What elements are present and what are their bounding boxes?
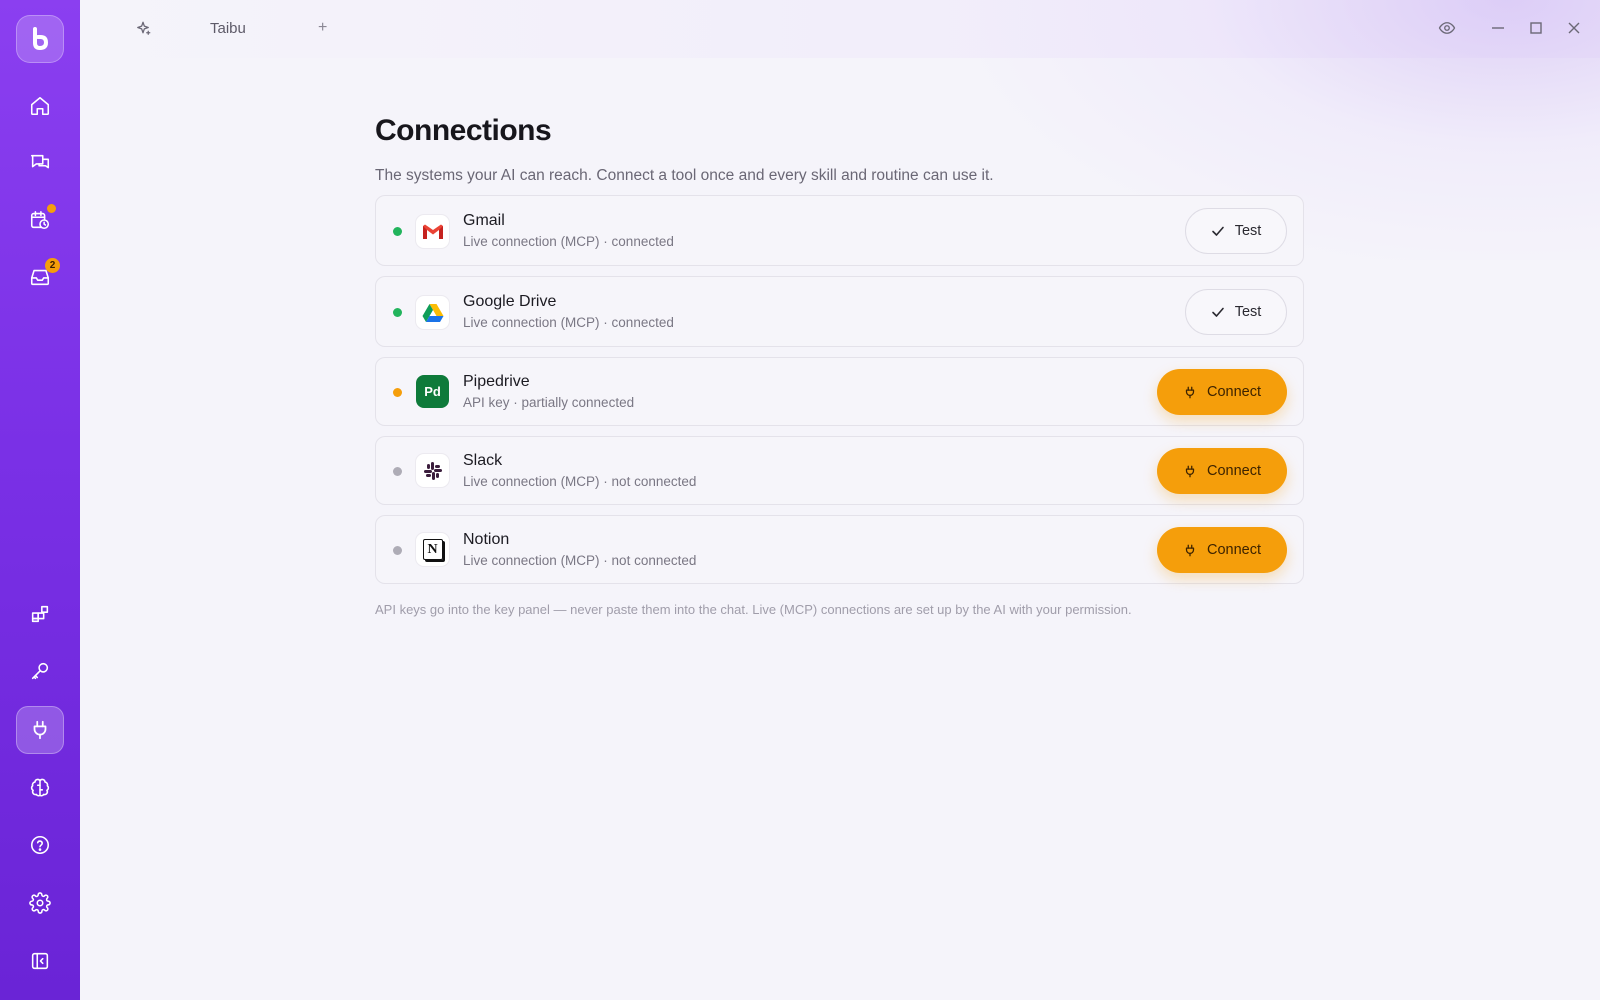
notion-icon-text: N [427,541,438,557]
minimize-icon [1492,27,1504,29]
sidebar-item-routines[interactable] [16,196,64,244]
sidebar-item-settings[interactable] [16,879,64,927]
new-tab-button[interactable]: + [318,19,327,37]
maximize-icon [1530,22,1542,34]
connect-button[interactable]: Connect [1157,369,1287,415]
gear-icon [29,892,51,914]
connection-name: Gmail [463,212,505,229]
close-icon [1568,22,1580,34]
app-logo[interactable] [16,15,64,63]
collapse-sidebar-icon [31,952,49,970]
chat-bubbles-icon [30,154,50,169]
connection-card-google-drive: Google Drive Live connection (MCP) · con… [375,276,1304,347]
connection-status: Live connection (MCP) · not connected [463,553,697,568]
google-drive-icon [416,296,449,329]
connection-status: Live connection (MCP) · connected [463,234,674,249]
title-bar [80,0,1600,58]
connection-name: Google Drive [463,293,557,310]
logo-icon [33,27,48,50]
notion-icon: N [416,533,449,566]
connection-status: API key · partially connected [463,395,635,410]
help-circle-icon [30,835,50,855]
tab-title[interactable]: Taibu [210,20,246,37]
connect-button[interactable]: Connect [1157,448,1287,494]
inbox-count-badge: 2 [45,258,60,273]
pipedrive-icon-text: Pd [424,384,441,399]
plug-icon [1185,386,1195,398]
sidebar-item-collapse[interactable] [16,937,64,985]
sidebar-item-memory[interactable] [16,764,64,812]
connection-card-slack: Slack Live connection (MCP) · not connec… [375,436,1304,505]
status-dot [393,546,402,555]
sidebar-item-connections[interactable] [16,706,64,754]
sidebar-item-keys[interactable] [16,647,64,695]
connection-card-pipedrive: Pd Pipedrive API key · partially connect… [375,357,1304,426]
connect-button-label: Connect [1206,463,1261,479]
connect-button-label: Connect [1206,384,1261,400]
sidebar-item-skills[interactable] [16,590,64,638]
connection-status: Live connection (MCP) · not connected [463,474,697,489]
grid-plus-icon [31,605,49,623]
status-dot [393,467,402,476]
pipedrive-icon: Pd [416,375,449,408]
status-dot [393,227,402,236]
sidebar-item-chats[interactable] [16,139,64,187]
plug-icon [1185,465,1195,477]
maximize-button[interactable] [1526,18,1546,38]
home-icon [30,96,50,116]
sidebar: 2 [0,0,80,1000]
connection-name: Pipedrive [463,373,530,390]
plug-icon [1185,544,1195,556]
connection-name: Slack [463,452,503,469]
test-button-label: Test [1234,223,1262,239]
test-button[interactable]: Test [1185,289,1287,335]
key-icon [31,662,49,680]
eye-icon [1438,22,1456,34]
gmail-icon [416,215,449,248]
close-window-button[interactable] [1564,18,1584,38]
connect-button-label: Connect [1206,542,1261,558]
check-icon [1211,226,1224,236]
minimize-button[interactable] [1488,18,1508,38]
check-icon [1211,307,1224,317]
preview-toggle-button[interactable] [1437,18,1457,38]
calendar-clock-icon [30,210,50,230]
connection-card-gmail: Gmail Live connection (MCP) · connected … [375,195,1304,266]
brain-icon [30,778,50,797]
sidebar-item-inbox[interactable]: 2 [16,253,64,301]
sidebar-item-home[interactable] [16,82,64,130]
status-dot [393,308,402,317]
sparkle-icon[interactable] [134,20,152,38]
status-dot [393,388,402,397]
connection-card-notion: N Notion Live connection (MCP) · not con… [375,515,1304,584]
connect-button[interactable]: Connect [1157,527,1287,573]
notification-dot [47,204,56,213]
connection-status: Live connection (MCP) · connected [463,315,674,330]
test-button-label: Test [1234,304,1262,320]
sidebar-item-help[interactable] [16,821,64,869]
key-panel-note: API keys go into the key panel — never p… [375,602,1132,617]
test-button[interactable]: Test [1185,208,1287,254]
connection-name: Notion [463,531,510,548]
plug-icon [33,720,47,740]
slack-icon [416,454,449,487]
page-title: Connections [375,114,552,147]
page-subtitle: The systems your AI can reach. Connect a… [375,167,994,184]
